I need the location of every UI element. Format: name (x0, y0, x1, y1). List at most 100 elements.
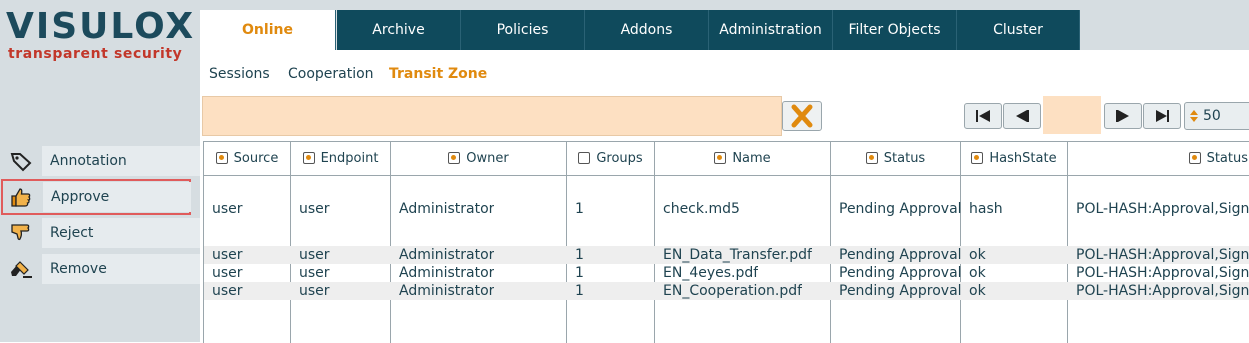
table-cell: EN_4eyes.pdf (663, 265, 759, 281)
filter-input[interactable] (202, 96, 782, 136)
column-header-policy-status[interactable]: Status (1068, 142, 1249, 175)
last-page-icon (1156, 110, 1169, 122)
table-cell: ok (969, 247, 986, 263)
table-cell: 1 (575, 247, 584, 263)
annotation-label: Annotation (42, 146, 200, 176)
next-page-button[interactable] (1104, 103, 1142, 129)
tab-archive[interactable]: Archive (337, 10, 461, 50)
table-cell: Pending Approval (839, 265, 962, 281)
logo: VISULOX transparent security (6, 6, 196, 63)
table-cell: ok (969, 265, 986, 281)
column-header-endpoint[interactable]: Endpoint (291, 142, 390, 175)
table-cell: user (299, 247, 330, 263)
clear-filter-button[interactable] (782, 101, 822, 131)
tab-filter-objects[interactable]: Filter Objects (833, 10, 957, 50)
sidebar: VISULOX transparent security Annotation … (0, 0, 200, 342)
table-cell: Pending Approval (839, 283, 962, 299)
table-cell: user (212, 201, 243, 217)
tag-icon (8, 150, 34, 172)
column-toggle-checkbox[interactable] (971, 151, 984, 164)
last-page-button[interactable] (1143, 103, 1181, 129)
close-icon (791, 104, 813, 128)
table-row[interactable]: user user Administrator 1 check.md5 Pending A… (204, 200, 1249, 218)
transit-zone-table: Source Endpoint Owner Groups Name Status… (203, 141, 1249, 343)
column-header-hashstate[interactable]: HashState (961, 142, 1067, 175)
eraser-icon (8, 258, 34, 280)
tab-online[interactable]: Online (200, 10, 336, 50)
table-cell: POL-HASH:Approval,Signat (1076, 265, 1249, 281)
column-header-label: Name (732, 151, 771, 166)
reject-label: Reject (42, 218, 200, 248)
tab-addons[interactable]: Addons (585, 10, 709, 50)
table-cell: Pending Approval (839, 247, 962, 263)
table-cell: Administrator (399, 247, 495, 263)
column-header-label: Status (883, 151, 926, 166)
table-cell: user (212, 265, 243, 281)
column-header-status[interactable]: Status (831, 142, 960, 175)
table-cell: EN_Cooperation.pdf (663, 283, 803, 299)
prev-page-icon (1016, 110, 1029, 122)
column-header-groups[interactable]: Groups (567, 142, 654, 175)
table-cell: POL-HASH:Approval,Signat (1076, 247, 1249, 263)
thumbs-down-icon (8, 222, 34, 244)
table-cell: EN_Data_Transfer.pdf (663, 247, 812, 263)
sort-updown-icon (1185, 103, 1203, 140)
table-row[interactable]: user user Administrator 1 EN_4eyes.pdf Pendin… (204, 264, 1249, 282)
table-header: Source Endpoint Owner Groups Name Status… (204, 142, 1249, 176)
approve-action[interactable]: Approve (1, 179, 191, 215)
table-cell: POL-HASH:Approval,Signat (1076, 201, 1249, 217)
page-size-value: 50 (1203, 108, 1221, 124)
first-page-button[interactable] (964, 103, 1002, 129)
column-header-label: Owner (466, 151, 509, 166)
column-header-label: Groups (596, 151, 643, 166)
table-cell: user (299, 201, 330, 217)
table-cell: POL-HASH:Approval,Signat (1076, 283, 1249, 299)
subtab-cooperation[interactable]: Cooperation (288, 66, 374, 82)
column-header-label: Status (1206, 151, 1248, 166)
column-toggle-checkbox[interactable] (302, 151, 315, 164)
remove-label: Remove (42, 254, 200, 284)
next-page-icon (1116, 110, 1129, 122)
table-cell: Administrator (399, 265, 495, 281)
remove-action[interactable]: Remove (0, 251, 200, 287)
approve-label: Approve (43, 182, 191, 212)
column-toggle-checkbox[interactable] (714, 151, 727, 164)
prev-page-button[interactable] (1003, 103, 1041, 129)
first-page-icon (976, 110, 990, 122)
column-toggle-checkbox[interactable] (1188, 151, 1201, 164)
subtab-transit-zone[interactable]: Transit Zone (389, 66, 487, 82)
column-toggle-checkbox[interactable] (448, 151, 461, 164)
table-cell: 1 (575, 283, 584, 299)
column-header-label: HashState (989, 151, 1057, 166)
logo-title: VISULOX (6, 6, 196, 47)
column-toggle-checkbox[interactable] (865, 151, 878, 164)
table-cell: 1 (575, 201, 584, 217)
table-cell: user (212, 283, 243, 299)
table-cell: Pending Approval (839, 201, 962, 217)
table-cell: Administrator (399, 201, 495, 217)
table-row[interactable]: user user Administrator 1 EN_Data_Transfer.p… (204, 246, 1249, 264)
table-cell: hash (969, 201, 1003, 217)
tab-cluster[interactable]: Cluster (957, 10, 1080, 50)
subtab-sessions[interactable]: Sessions (209, 66, 270, 82)
thumbs-up-icon (9, 186, 35, 208)
table-cell: user (299, 283, 330, 299)
column-toggle-checkbox[interactable] (215, 151, 228, 164)
logo-subtitle: transparent security (8, 46, 183, 62)
column-toggle-checkbox[interactable] (578, 151, 591, 164)
column-header-name[interactable]: Name (655, 142, 830, 175)
annotation-action[interactable]: Annotation (0, 143, 200, 179)
table-cell: ok (969, 283, 986, 299)
table-cell: Administrator (399, 283, 495, 299)
table-cell: 1 (575, 265, 584, 281)
reject-action[interactable]: Reject (0, 215, 200, 251)
table-cell: check.md5 (663, 201, 740, 217)
page-size-select[interactable]: 50 (1184, 102, 1249, 130)
column-header-label: Endpoint (320, 151, 379, 166)
tab-policies[interactable]: Policies (461, 10, 585, 50)
column-header-source[interactable]: Source (204, 142, 290, 175)
tab-administration[interactable]: Administration (709, 10, 833, 50)
column-header-owner[interactable]: Owner (391, 142, 566, 175)
page-number-input[interactable] (1043, 96, 1101, 134)
table-row[interactable]: user user Administrator 1 EN_Cooperation.pdf… (204, 282, 1249, 300)
